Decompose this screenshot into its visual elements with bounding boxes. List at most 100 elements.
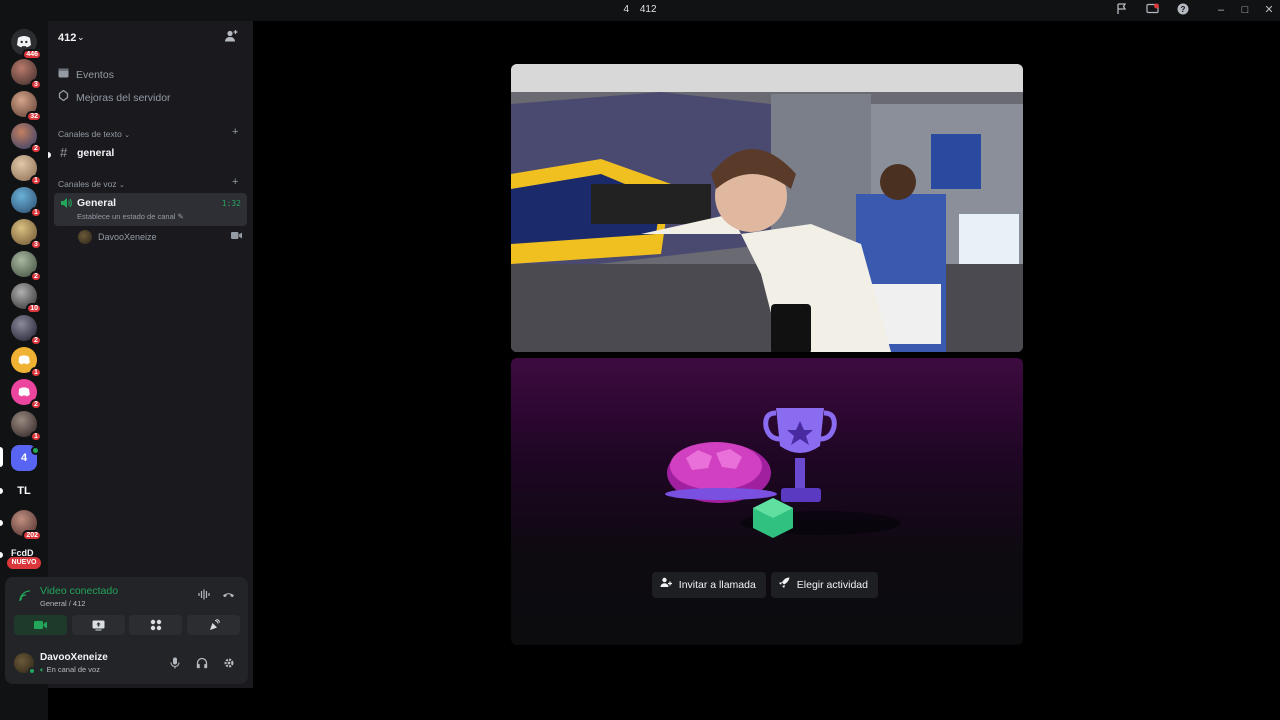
activity-label: Elegir actividad bbox=[796, 579, 868, 591]
camera-icon bbox=[34, 621, 47, 630]
voice-channel-general[interactable]: General 1:32 Establece un estado de cana… bbox=[54, 193, 247, 226]
unread-indicator bbox=[0, 488, 3, 494]
user-voice-status: 🔈︎ En canal de voz bbox=[40, 665, 100, 675]
server-icon[interactable]: 32 bbox=[11, 91, 42, 122]
close-button[interactable]: ✕ bbox=[1259, 2, 1279, 18]
mention-badge: 2 bbox=[30, 335, 42, 346]
server-icon[interactable]: 2 bbox=[11, 379, 42, 410]
server-boosts-item[interactable]: Mejoras del servidor bbox=[58, 89, 171, 108]
mention-badge: 2 bbox=[30, 143, 42, 154]
server-icon[interactable]: 2 bbox=[11, 251, 42, 282]
server-icon[interactable]: 202 bbox=[11, 510, 42, 541]
channel-status-text: Establece un estado de canal bbox=[77, 212, 176, 221]
window-title: 4 412 bbox=[0, 4, 1280, 15]
voice-timer: 1:32 bbox=[221, 199, 241, 208]
minimize-button[interactable]: – bbox=[1211, 2, 1231, 18]
title-bar: 4 412 ? – □ ✕ bbox=[0, 0, 1280, 21]
pencil-icon: ✎ bbox=[177, 212, 184, 221]
invite-label: Invitar a llamada bbox=[678, 579, 756, 591]
text-channels-category[interactable]: Canales de texto ⌄ bbox=[58, 129, 130, 139]
connection-channel: General / 412 bbox=[40, 599, 86, 608]
channel-status[interactable]: Establece un estado de canal ✎ bbox=[77, 212, 184, 221]
camera-video-feed bbox=[511, 64, 1023, 352]
mention-badge: 1 bbox=[30, 175, 42, 186]
soundboard-icon bbox=[209, 619, 220, 631]
server-boosts-label: Mejoras del servidor bbox=[76, 92, 171, 104]
home-button[interactable]: 446 bbox=[11, 29, 42, 60]
invite-to-call-button[interactable]: Invitar a llamada bbox=[652, 572, 766, 598]
server-icon[interactable]: 1 bbox=[11, 411, 42, 442]
category-label: Canales de texto bbox=[58, 129, 122, 139]
add-member-icon[interactable] bbox=[224, 29, 240, 45]
headphones-button[interactable] bbox=[195, 657, 209, 671]
mention-badge: 1 bbox=[30, 367, 42, 378]
add-voice-channel-icon[interactable]: + bbox=[232, 176, 238, 188]
mention-badge: 1 bbox=[30, 431, 42, 442]
voice-username: DavooXeneize bbox=[98, 232, 157, 242]
connection-signal-icon[interactable] bbox=[19, 590, 31, 605]
server-icon-tl[interactable]: TL bbox=[11, 478, 37, 504]
server-icon[interactable]: 1 bbox=[11, 187, 42, 218]
inbox-flag-icon[interactable] bbox=[1115, 3, 1129, 17]
activities-icon bbox=[150, 619, 161, 631]
camera-button[interactable] bbox=[14, 615, 67, 635]
screen-share-icon bbox=[92, 620, 105, 631]
server-icon[interactable]: 10 bbox=[11, 283, 42, 314]
video-tile[interactable] bbox=[511, 64, 1023, 352]
selected-indicator bbox=[0, 447, 3, 467]
svg-text:?: ? bbox=[1181, 5, 1186, 14]
server-icon[interactable]: 3 bbox=[11, 59, 42, 90]
server-icon[interactable]: 3 bbox=[11, 219, 42, 250]
activities-button[interactable] bbox=[129, 615, 182, 635]
rocket-icon bbox=[778, 577, 793, 591]
call-stage: Invitar a llamada Elegir actividad bbox=[253, 21, 1280, 720]
server-icon[interactable]: 2 bbox=[11, 123, 42, 154]
choose-activity-button[interactable]: Elegir actividad bbox=[771, 572, 878, 598]
mention-badge: 202 bbox=[22, 530, 42, 541]
title-left-num: 4 bbox=[623, 4, 630, 15]
chevron-down-icon: ⌄ bbox=[118, 182, 125, 189]
gear-icon bbox=[224, 658, 234, 668]
user-status-text: En canal de voz bbox=[46, 665, 100, 674]
voice-channels-category[interactable]: Canales de voz ⌄ bbox=[58, 179, 125, 189]
chevron-down-icon: ⌄ bbox=[124, 132, 131, 139]
events-label: Eventos bbox=[76, 69, 114, 81]
hashtag-icon: # bbox=[60, 145, 68, 160]
calendar-icon bbox=[58, 67, 72, 81]
unread-indicator bbox=[0, 552, 3, 558]
server-icon[interactable]: 1 bbox=[11, 155, 42, 186]
channel-name: general bbox=[77, 147, 115, 159]
mention-badge: 3 bbox=[30, 79, 42, 90]
channel-general[interactable]: # general bbox=[54, 143, 247, 163]
voice-channel-name: General bbox=[77, 197, 117, 209]
connection-status[interactable]: Video conectado bbox=[40, 585, 118, 597]
camera-icon bbox=[231, 231, 242, 242]
server-icon[interactable]: 2 bbox=[11, 315, 42, 346]
mention-badge: 2 bbox=[30, 271, 42, 282]
maximize-button[interactable]: □ bbox=[1235, 2, 1255, 18]
microphone-button[interactable] bbox=[168, 657, 182, 671]
activity-tile: Invitar a llamada Elegir actividad bbox=[511, 358, 1023, 645]
share-screen-button[interactable] bbox=[72, 615, 125, 635]
add-text-channel-icon[interactable]: + bbox=[232, 126, 238, 138]
title-text: 412 bbox=[639, 4, 657, 15]
noise-suppression-icon[interactable] bbox=[198, 589, 211, 603]
events-item[interactable]: Eventos bbox=[58, 67, 114, 85]
unread-indicator bbox=[48, 152, 51, 158]
server-header[interactable]: 412 ⌄ bbox=[48, 21, 253, 55]
online-status-dot bbox=[28, 667, 36, 675]
chevron-down-icon: ⌄ bbox=[77, 32, 85, 42]
headphones-icon bbox=[196, 657, 208, 669]
disconnect-icon[interactable] bbox=[222, 589, 235, 603]
voice-user-row[interactable]: DavooXeneize bbox=[78, 229, 248, 245]
username[interactable]: DavooXeneize bbox=[40, 652, 108, 663]
mention-badge: 10 bbox=[26, 303, 42, 314]
screen-share-icon[interactable] bbox=[1145, 3, 1159, 17]
unread-indicator bbox=[0, 520, 3, 526]
server-icon[interactable]: 1 bbox=[11, 347, 42, 378]
settings-button[interactable] bbox=[222, 657, 236, 671]
help-icon[interactable]: ? bbox=[1176, 3, 1190, 17]
speaker-icon bbox=[60, 197, 72, 212]
soundboard-button[interactable] bbox=[187, 615, 240, 635]
category-label: Canales de voz bbox=[58, 179, 117, 189]
